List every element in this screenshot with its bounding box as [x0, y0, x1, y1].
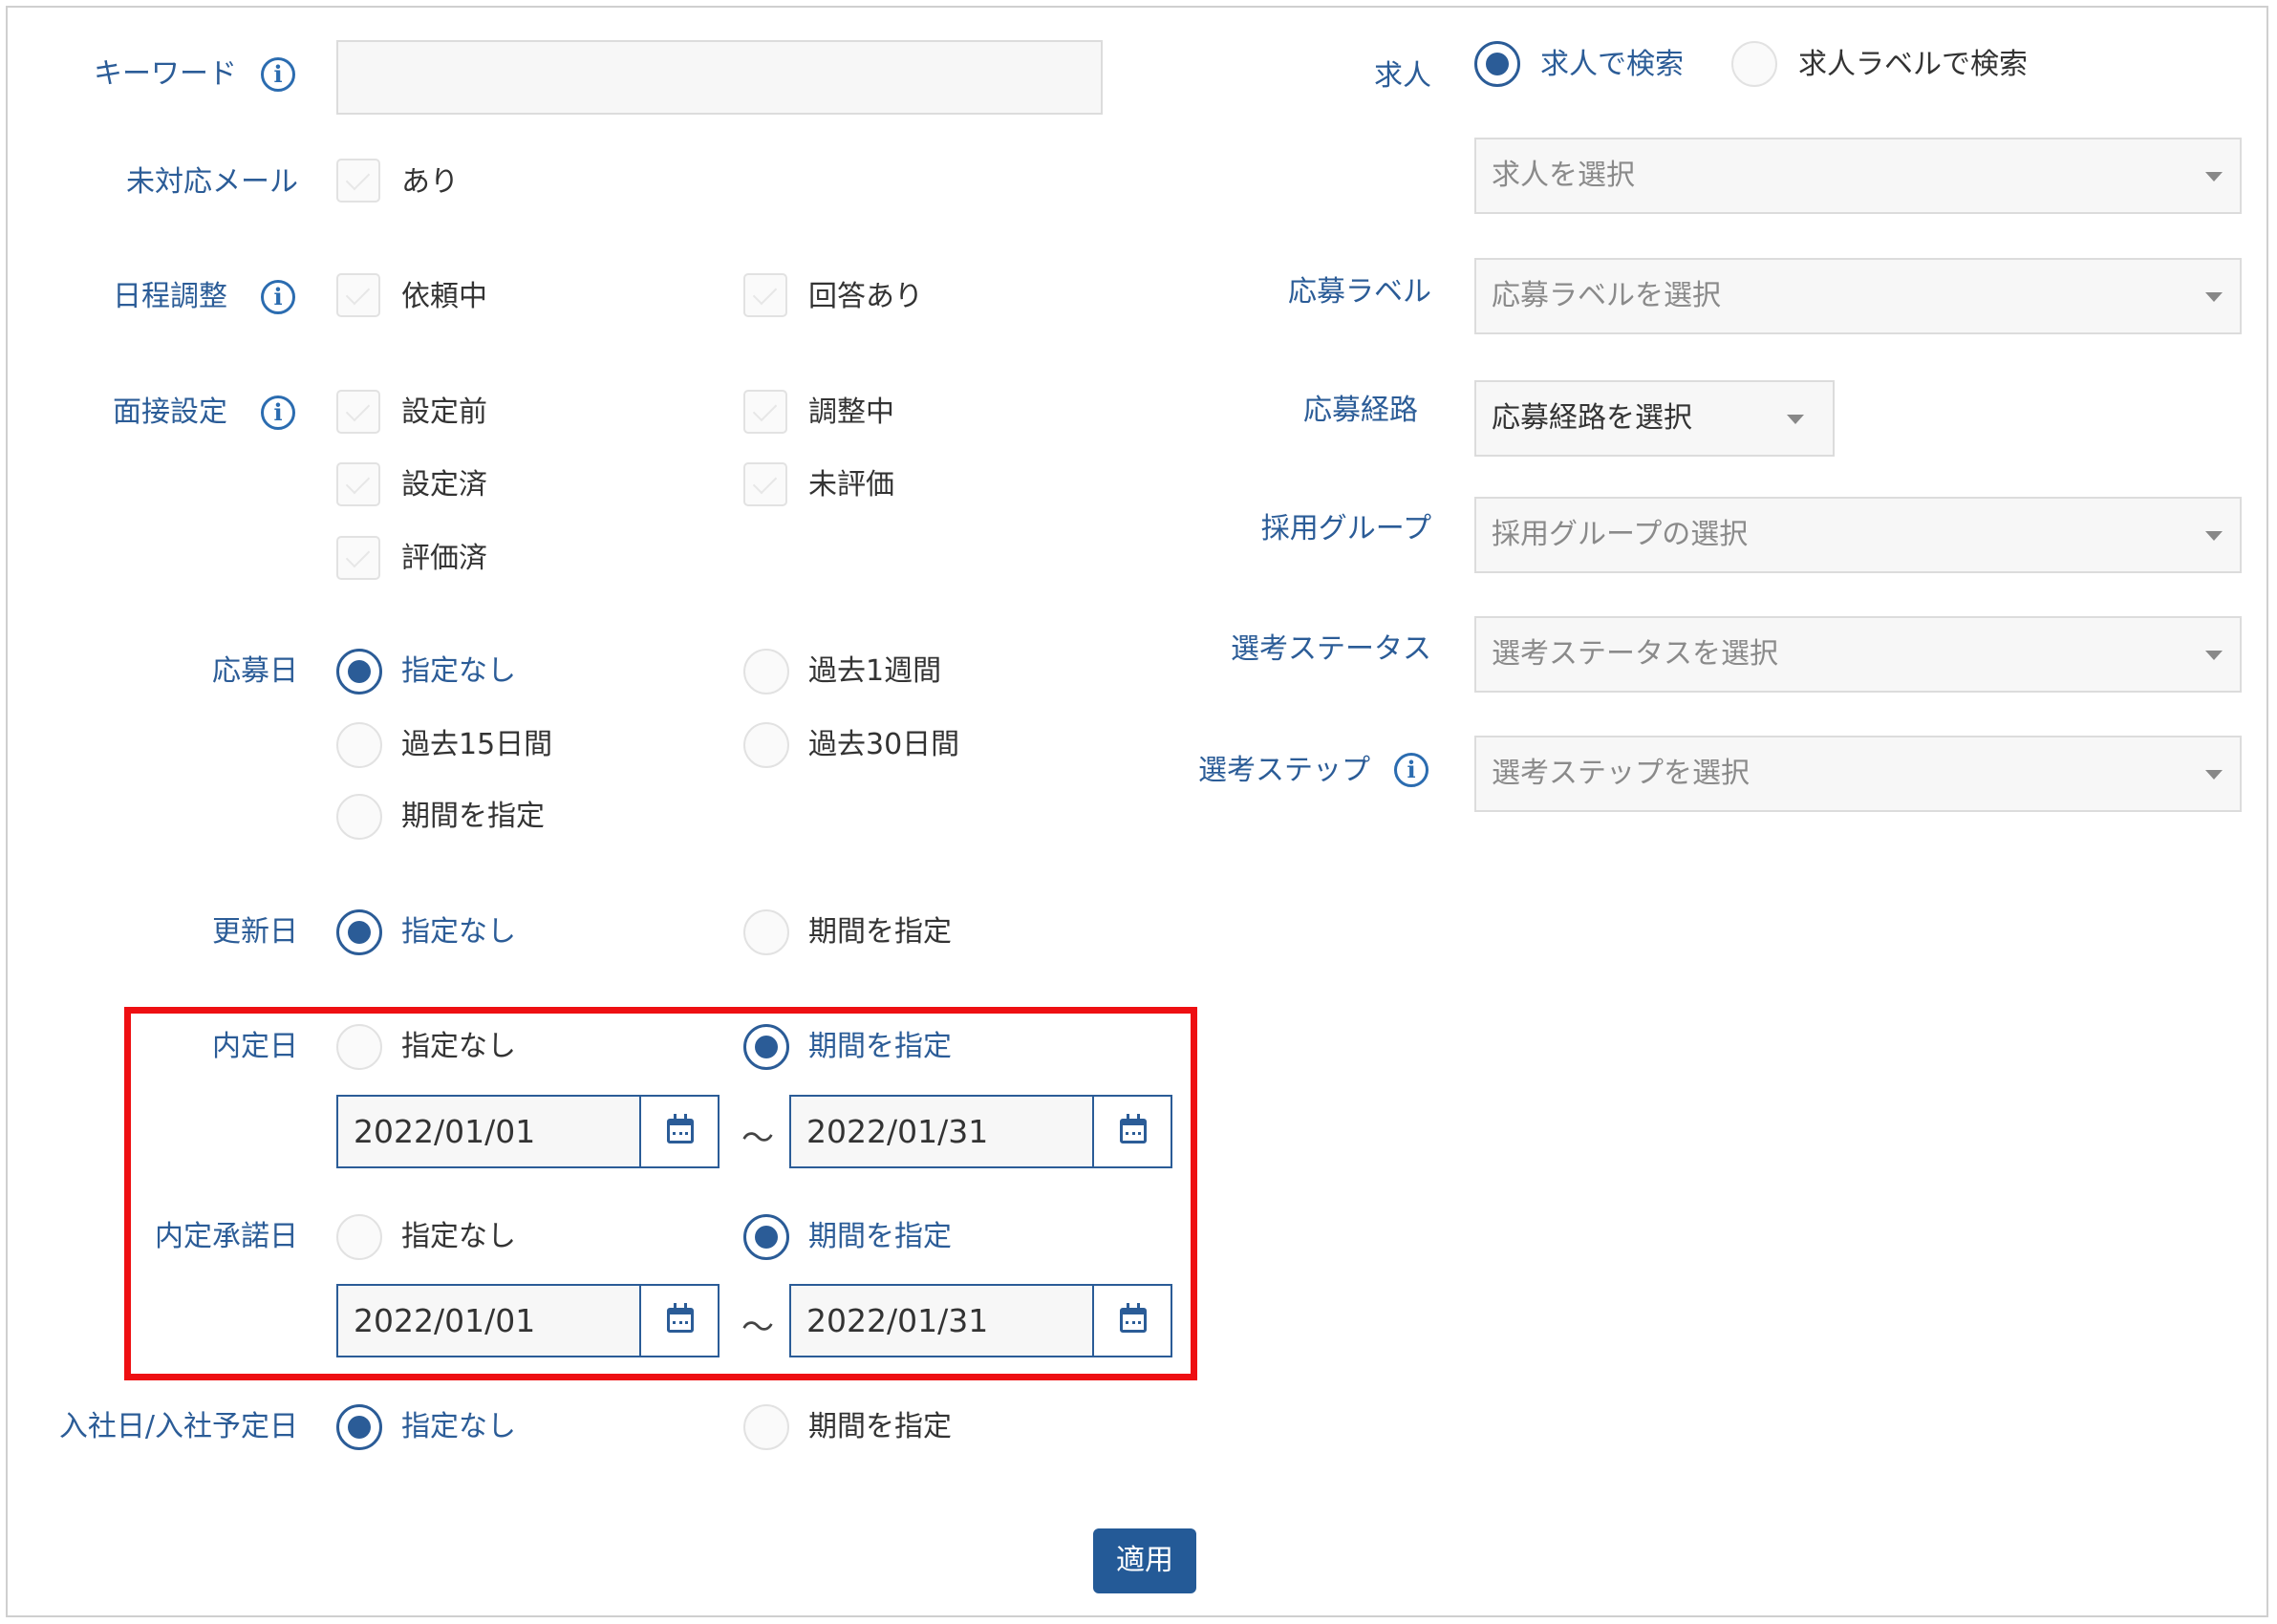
radio-job-search[interactable]	[1474, 41, 1520, 87]
checkbox-label: 評価済	[401, 542, 487, 575]
selection-step-label: 選考ステップ	[1198, 754, 1370, 787]
checkbox-label: 未評価	[808, 468, 894, 502]
selection-step-select[interactable]: 選考ステップを選択	[1474, 736, 2242, 812]
interview-label: 面接設定	[113, 395, 227, 429]
checkbox-interview-before[interactable]	[336, 390, 380, 434]
schedule-label: 日程調整	[113, 280, 227, 313]
checkbox-label: 依頼中	[401, 280, 487, 313]
radio-joining-none[interactable]	[336, 1404, 382, 1450]
info-icon[interactable]: i	[261, 395, 295, 430]
unresponded-mail-label: 未対応メール	[126, 165, 298, 199]
apply-button[interactable]: 適用	[1093, 1528, 1196, 1593]
radio-updated-none[interactable]	[336, 909, 382, 955]
select-placeholder: 選考ステータスを選択	[1492, 637, 1778, 671]
keyword-label: キーワード	[94, 57, 237, 91]
info-icon[interactable]: i	[261, 57, 295, 92]
select-value: 応募経路を選択	[1492, 401, 1692, 435]
radio-label: 指定なし	[401, 1410, 516, 1443]
keyword-input[interactable]	[336, 40, 1103, 115]
radio-label: 求人ラベルで検索	[1798, 48, 2028, 81]
chevron-down-icon	[2205, 292, 2223, 302]
radio-job-label-search[interactable]	[1731, 41, 1777, 87]
application-label-select[interactable]: 応募ラベルを選択	[1474, 258, 2242, 334]
filter-panel: キーワード i 未対応メール あり 日程調整 i 依頼中 回答あり 面接設定 i…	[6, 6, 2268, 1617]
select-placeholder: 採用グループの選択	[1492, 518, 1749, 551]
job-select[interactable]: 求人を選択	[1474, 138, 2242, 214]
job-label: 求人	[1374, 59, 1431, 93]
selection-status-select[interactable]: 選考ステータスを選択	[1474, 616, 2242, 693]
joining-date-label: 入社日/入社予定日	[58, 1410, 298, 1443]
radio-applied-none[interactable]	[336, 649, 382, 694]
radio-applied-30days[interactable]	[743, 722, 789, 768]
checkbox-interview-rated[interactable]	[336, 536, 380, 580]
checkbox-label: 設定済	[401, 468, 487, 502]
chevron-down-icon	[1787, 415, 1804, 424]
applied-date-label: 応募日	[212, 654, 298, 688]
chevron-down-icon	[2205, 531, 2223, 541]
radio-label: 過去15日間	[401, 728, 553, 761]
source-label: 応募経路	[1303, 394, 1418, 427]
radio-applied-15days[interactable]	[336, 722, 382, 768]
radio-updated-range[interactable]	[743, 909, 789, 955]
checkbox-schedule-answered[interactable]	[743, 273, 787, 317]
radio-label: 指定なし	[401, 654, 516, 688]
radio-label: 期間を指定	[808, 1410, 952, 1443]
checkbox-unresponded-yes[interactable]	[336, 159, 380, 203]
chevron-down-icon	[2205, 172, 2223, 182]
checkbox-schedule-requesting[interactable]	[336, 273, 380, 317]
radio-label: 期間を指定	[808, 915, 952, 949]
radio-label: 過去1週間	[808, 654, 942, 688]
chevron-down-icon	[2205, 651, 2223, 660]
select-placeholder: 選考ステップを選択	[1492, 757, 1750, 790]
radio-label: 期間を指定	[401, 800, 545, 833]
application-label-label: 応募ラベル	[1288, 275, 1431, 309]
checkbox-interview-adjusting[interactable]	[743, 390, 787, 434]
highlight-frame	[124, 1007, 1197, 1380]
chevron-down-icon	[2205, 770, 2223, 780]
source-select[interactable]: 応募経路を選択	[1474, 380, 1835, 457]
checkbox-interview-unrated[interactable]	[743, 462, 787, 506]
select-placeholder: 応募ラベルを選択	[1492, 279, 1721, 312]
checkbox-label: あり	[401, 165, 459, 199]
radio-applied-1week[interactable]	[743, 649, 789, 694]
updated-date-label: 更新日	[212, 915, 298, 949]
info-icon[interactable]: i	[1394, 753, 1428, 787]
radio-label: 求人で検索	[1540, 48, 1684, 81]
radio-label: 指定なし	[401, 915, 516, 949]
radio-label: 過去30日間	[808, 728, 960, 761]
checkbox-label: 回答あり	[808, 280, 923, 313]
recruit-group-select[interactable]: 採用グループの選択	[1474, 497, 2242, 573]
radio-joining-range[interactable]	[743, 1404, 789, 1450]
select-placeholder: 求人を選択	[1492, 159, 1635, 192]
checkbox-label: 設定前	[401, 395, 487, 429]
info-icon[interactable]: i	[261, 280, 295, 314]
selection-status-label: 選考ステータス	[1231, 632, 1431, 666]
checkbox-label: 調整中	[808, 395, 894, 429]
radio-applied-range[interactable]	[336, 794, 382, 840]
recruit-group-label: 採用グループ	[1260, 512, 1431, 545]
checkbox-interview-set[interactable]	[336, 462, 380, 506]
